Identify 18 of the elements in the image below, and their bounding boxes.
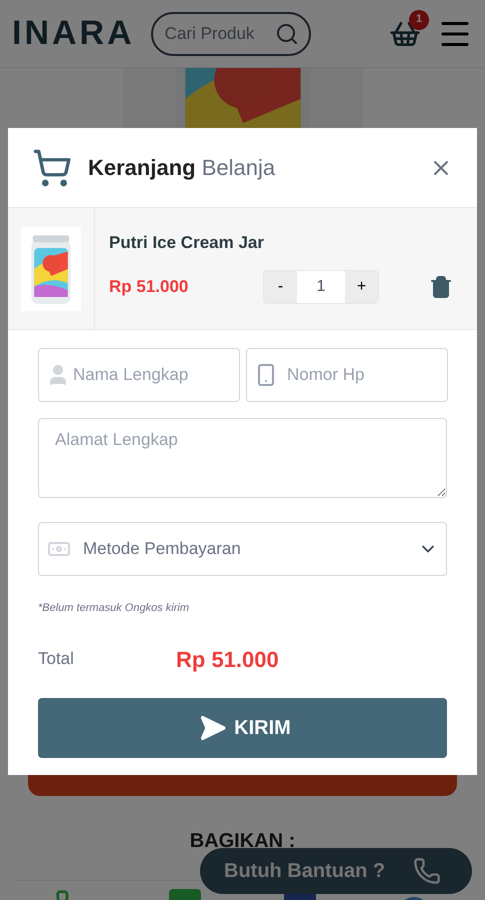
phone-field[interactable]: Nomor Hp (246, 348, 448, 402)
help-button[interactable]: Butuh Bantuan ? (200, 848, 472, 894)
search-icon[interactable] (274, 22, 299, 46)
name-field[interactable]: Nama Lengkap (38, 348, 240, 402)
shipping-note: *Belum termasuk Ongkos kirim (38, 601, 190, 616)
delete-icon[interactable] (429, 274, 453, 298)
cart-icon (32, 148, 72, 188)
search-field[interactable]: Cari Produk (150, 12, 311, 56)
total-value: Rp 51.000 (176, 646, 279, 674)
address-field[interactable]: Alamat Lengkap (38, 418, 447, 498)
payment-select[interactable]: Metode Pembayaran (38, 522, 447, 576)
logo[interactable]: INARA (12, 8, 135, 59)
total-label: Total (38, 648, 75, 670)
cart-count-badge: 1 (409, 10, 429, 30)
product-price: Rp 51.000 (109, 276, 190, 298)
modal-title: Keranjang Belanja (88, 154, 276, 182)
product-name: Putri Ice Cream Jar (109, 232, 265, 254)
send-button[interactable]: KIRIM (38, 698, 447, 758)
